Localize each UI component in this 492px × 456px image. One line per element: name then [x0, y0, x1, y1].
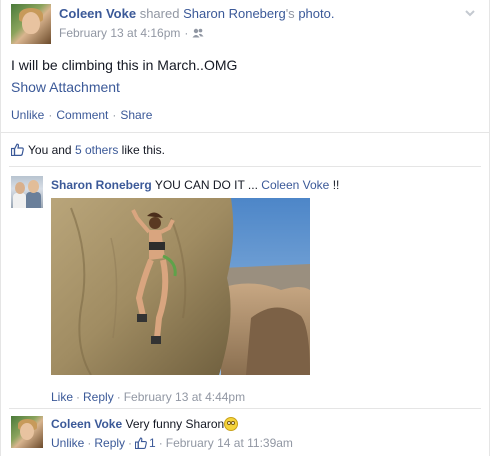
possessive-suffix: 's [285, 6, 295, 21]
thumbs-up-icon [134, 437, 147, 452]
likes-suffix: like this. [121, 143, 166, 157]
likes-prefix: You and [28, 143, 72, 157]
comment-like-count[interactable]: 1 [134, 436, 156, 452]
meta-separator: · [87, 436, 92, 450]
comment-item: Sharon Roneberg YOU CAN DO IT ... Coleen… [11, 176, 481, 404]
post-timestamp[interactable]: February 13 at 4:16pm [59, 26, 180, 40]
comment-author-link[interactable]: Sharon Roneberg [51, 178, 152, 192]
comment-meta: Unlike · Reply · 1 · February 14 at 11:39am [51, 436, 293, 452]
like-count-value: 1 [149, 436, 156, 450]
comment-trailing-text: !! [332, 178, 340, 192]
commenter-avatar[interactable] [11, 176, 43, 208]
comment-meta: Like · Reply · February 13 at 4:44pm [51, 390, 245, 404]
mention-link[interactable]: Coleen Voke [261, 178, 329, 192]
actions-separator: · [48, 108, 53, 122]
comment-body: Coleen Voke Very funny Sharon [51, 417, 239, 431]
avatar-figure [13, 193, 26, 208]
subline-separator: · [184, 26, 189, 40]
unlike-comment-button[interactable]: Unlike [51, 436, 84, 450]
comment-timestamp[interactable]: February 14 at 11:39am [166, 436, 293, 450]
unlike-button[interactable]: Unlike [11, 108, 44, 122]
thumbs-up-icon [10, 143, 24, 159]
comment-text: Very funny Sharon [125, 417, 225, 431]
comment-button[interactable]: Comment [56, 108, 108, 122]
chevron-down-icon[interactable] [463, 6, 477, 20]
avatar-figure [26, 192, 41, 208]
meta-separator: · [76, 390, 81, 404]
actions-separator: · [112, 108, 117, 122]
reply-button[interactable]: Reply [94, 436, 125, 450]
meta-separator: · [116, 390, 121, 404]
friends-icon[interactable] [192, 27, 204, 41]
flushed-face-emoji-icon [224, 417, 239, 431]
divider [1, 132, 489, 133]
avatar-face [28, 180, 39, 193]
shared-owner-name[interactable]: Sharon Roneberg [183, 6, 286, 21]
author-link[interactable]: Coleen Voke [59, 6, 136, 21]
shared-object-link[interactable]: photo. [298, 6, 334, 21]
show-attachment-link[interactable]: Show Attachment [11, 79, 120, 95]
avatar-face [20, 423, 34, 440]
avatar-face [15, 182, 25, 194]
post-actions: Unlike · Comment · Share [11, 108, 152, 122]
post-text: I will be climbing this in March..OMG [11, 57, 238, 73]
post-headline: Coleen Voke shared Sharon Roneberg's pho… [59, 6, 334, 21]
likes-summary: You and 5 others like this. [10, 143, 166, 159]
comment-body: Sharon Roneberg YOU CAN DO IT ... Coleen… [51, 178, 339, 192]
rock-climber-photo[interactable] [51, 198, 310, 375]
post-subline: February 13 at 4:16pm · [59, 26, 204, 41]
comment-item: Coleen Voke Very funny Sharon Unlike · Rep… [11, 416, 481, 454]
avatar-face [22, 12, 40, 34]
post-header: Coleen Voke shared Sharon Roneberg's pho… [11, 4, 481, 44]
share-button[interactable]: Share [120, 108, 152, 122]
verb-text: shared [139, 6, 180, 21]
divider [9, 408, 481, 409]
likes-others-link[interactable]: 5 others [75, 143, 118, 157]
meta-separator: · [128, 436, 133, 450]
author-avatar[interactable] [11, 4, 51, 44]
like-comment-button[interactable]: Like [51, 390, 73, 404]
reply-button[interactable]: Reply [83, 390, 114, 404]
shared-owner-link[interactable]: Sharon Roneberg's photo. [183, 6, 334, 21]
comment-text: YOU CAN DO IT ... [154, 178, 258, 192]
comment-timestamp[interactable]: February 13 at 4:44pm [124, 390, 245, 404]
meta-separator: · [158, 436, 163, 450]
comment-author-link[interactable]: Coleen Voke [51, 417, 122, 431]
commenter-avatar[interactable] [11, 416, 43, 448]
feed-post: Coleen Voke shared Sharon Roneberg's pho… [0, 0, 490, 456]
divider [9, 166, 481, 167]
